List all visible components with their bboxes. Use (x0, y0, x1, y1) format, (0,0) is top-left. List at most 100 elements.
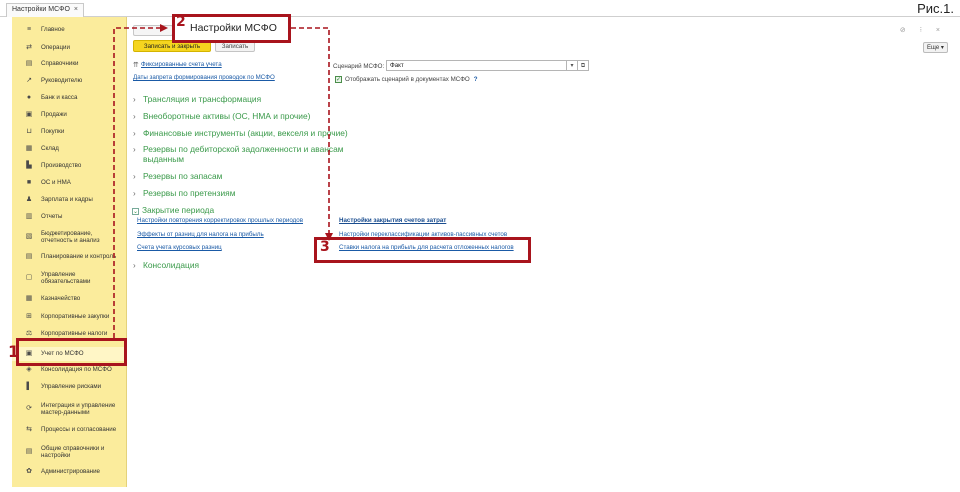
collapse-icon: ⌄ (132, 208, 139, 215)
people-icon: ♟ (25, 196, 33, 203)
sidebar-item[interactable]: ● Банк и касса (12, 91, 127, 105)
main-content (128, 17, 960, 492)
cost-close-settings-link[interactable]: Настройки закрытия счетов затрат (339, 217, 446, 224)
group-label: Закрытие периода (142, 205, 215, 215)
group-financial-instruments[interactable]: › Финансовые инструменты (акции, векселя … (133, 128, 348, 138)
book-icon: ▤ (25, 60, 33, 67)
tab-ifrs-settings[interactable]: Настройки МСФО × (6, 3, 85, 17)
group-label: Резервы по запасам (143, 171, 223, 181)
sidebar-item[interactable]: ⇆ Процессы и согласование (12, 423, 127, 437)
sidebar-item-label: Склад (41, 145, 59, 152)
sidebar-item-label: Казначейство (41, 295, 81, 302)
callout-box-3 (314, 237, 531, 263)
sidebar-item-label: Планирование и контроль (41, 253, 117, 260)
taxes-icon: ⚖ (25, 330, 33, 337)
sidebar-item[interactable]: ▥ Отчеты (12, 210, 127, 224)
chevron-right-icon: › (133, 95, 136, 104)
sidebar-item-label: Отчеты (41, 213, 63, 220)
sidebar-item[interactable]: ▦ Казначейство (12, 292, 127, 306)
sidebar-item[interactable]: ▌ Управление рисками (12, 380, 127, 394)
chevron-right-icon: › (133, 129, 136, 138)
chevron-right-icon: › (133, 112, 136, 121)
sidebar-item[interactable]: ▣ Продажи (12, 108, 127, 122)
settings-book-icon: ▤ (25, 448, 33, 455)
process-icon: ⇆ (26, 426, 32, 433)
tab-label: Настройки МСФО (12, 6, 70, 13)
more-button[interactable]: Еще ▾ (923, 42, 948, 53)
close-icon[interactable]: × (74, 6, 78, 13)
obligations-icon: ▢ (25, 274, 33, 281)
chevron-right-icon: › (133, 172, 136, 181)
factory-icon: ▙ (26, 162, 32, 169)
window-controls[interactable]: ⊘ ⁝ × (900, 26, 946, 34)
show-scenario-checkbox-row[interactable]: ✓ Отображать сценарий в документах МСФО … (335, 76, 478, 83)
truck-icon: ■ (26, 179, 32, 186)
group-label: Внеоборотные активы (ОС, НМА и прочие) (143, 111, 311, 121)
pin-icon: ⇈ (133, 62, 139, 69)
sidebar-item-label: Корпоративные налоги (41, 330, 108, 337)
group-label-line2: выданным (143, 153, 185, 164)
treasury-icon: ▦ (25, 295, 33, 302)
open-icon[interactable]: ⧉ (578, 60, 589, 71)
figure-label: Рис.1. (917, 1, 954, 16)
sidebar-item[interactable]: ▦ Склад (12, 142, 127, 156)
group-noncurrent-assets[interactable]: › Внеоборотные активы (ОС, НМА и прочие) (133, 111, 310, 121)
sidebar-item-label: Зарплата и кадры (41, 196, 93, 203)
sidebar-item[interactable]: ▢ Управление обязательствами (12, 268, 127, 288)
scenario-field[interactable]: Факт (386, 60, 567, 71)
chart-trend-icon: ↗ (26, 77, 32, 84)
integration-icon: ⟳ (26, 405, 32, 412)
help-icon[interactable]: ? (474, 76, 478, 83)
group-consolidation[interactable]: › Консолидация (133, 260, 199, 270)
show-scenario-checkbox[interactable]: ✓ (335, 76, 342, 83)
group-period-close[interactable]: ⌄ Закрытие периода (132, 205, 214, 215)
sidebar-item-label: Администрирование (41, 468, 101, 475)
sidebar-item[interactable]: ▤ Планирование и контроль (12, 250, 127, 264)
sidebar-item-label: Консолидация по МСФО (41, 366, 112, 373)
chevron-down-icon[interactable]: ▾ (567, 60, 578, 71)
period-close-dates-link[interactable]: Даты запрета формирования проводок по МС… (133, 74, 275, 81)
sidebar-item[interactable]: ⇄ Операции (12, 41, 127, 55)
budget-icon: ▧ (25, 233, 33, 240)
sidebar-item[interactable]: ✿ Администрирование (12, 465, 127, 479)
sidebar-item[interactable]: ▤ Общие справочники и настройки (12, 442, 127, 462)
fx-accounts-link[interactable]: Счета учета курсовых разниц (137, 244, 222, 251)
bank-icon: ● (26, 94, 32, 101)
show-scenario-label: Отображать сценарий в документах МСФО (345, 76, 470, 83)
sidebar-item[interactable]: ▙ Производство (12, 159, 127, 173)
sidebar-item[interactable]: ▧ Бюджетирование, отчетность и анализ (12, 227, 127, 247)
sidebar: ≡ Главное ⇄ Операции ▤ Справочники ↗ Руководите… (12, 17, 127, 487)
sidebar-item-label: Операции (41, 44, 70, 51)
sidebar-item-label: Продажи (41, 111, 67, 118)
sidebar-item[interactable]: ≡ Главное (12, 23, 127, 37)
risk-icon: ▌ (26, 383, 32, 390)
chevron-right-icon: › (133, 261, 136, 270)
sidebar-item[interactable]: ▤ Справочники (12, 57, 127, 71)
sidebar-item-label: Справочники (41, 60, 79, 67)
warehouse-icon: ▦ (25, 145, 33, 152)
sidebar-item-label-line2: мастер-данными (41, 409, 90, 416)
group-label: Консолидация (143, 260, 200, 270)
group-receivables-reserves[interactable]: › Резервы по дебиторской задолженности и … (133, 144, 344, 164)
group-translation[interactable]: › Трансляция и трансформация (133, 94, 261, 104)
sidebar-item[interactable]: ■ ОС и НМА (12, 176, 127, 190)
callout-box-1 (16, 338, 127, 366)
tax-effects-link[interactable]: Эффекты от разниц для налога на прибыль (137, 231, 264, 238)
sidebar-item-label-line2: отчетность и анализ (41, 237, 100, 244)
fixed-accounts-link[interactable]: Фиксированные счета учета (141, 61, 222, 68)
sidebar-item-label: Производство (41, 162, 82, 169)
tab-bar: Настройки МСФО × Рис.1. (0, 0, 960, 17)
prior-period-adjustments-link[interactable]: Настройки повторения корректировок прошл… (137, 217, 303, 224)
sidebar-item[interactable]: ⊞ Корпоративные закупки (12, 310, 127, 324)
group-inventory-reserves[interactable]: › Резервы по запасам (133, 171, 222, 181)
group-claims-reserves[interactable]: › Резервы по претензиям (133, 188, 235, 198)
sidebar-item-label: Главное (41, 26, 65, 33)
nav-buttons[interactable] (133, 25, 173, 36)
sidebar-item[interactable]: ⊔ Покупки (12, 125, 127, 139)
sidebar-item[interactable]: ↗ Руководителю (12, 74, 127, 88)
sidebar-item[interactable]: ♟ Зарплата и кадры (12, 193, 127, 207)
group-label: Трансляция и трансформация (143, 94, 262, 104)
sidebar-item-label: Корпоративные закупки (41, 313, 110, 320)
sidebar-item[interactable]: ⟳ Интеграция и управление мастер-данными (12, 399, 127, 419)
group-label: Финансовые инструменты (акции, векселя и… (143, 128, 348, 138)
